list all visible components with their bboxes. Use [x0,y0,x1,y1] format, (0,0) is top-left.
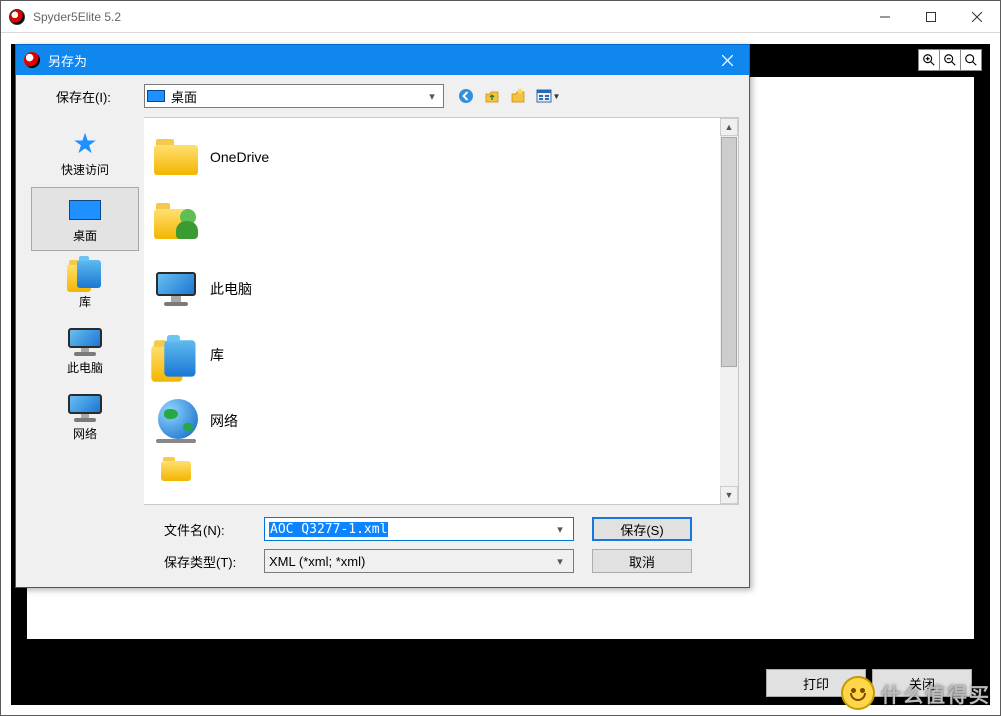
up-one-level-icon[interactable] [482,86,502,106]
main-window-title: Spyder5Elite 5.2 [33,10,862,24]
place-label: 库 [79,293,91,310]
filename-label: 文件名(N): [144,520,264,539]
library-icon [151,340,200,382]
filetype-value: XML (*xml; *xml) [269,554,365,569]
scroll-thumb[interactable] [721,137,737,367]
list-item[interactable]: OneDrive [148,124,716,190]
file-list[interactable]: OneDrive 此电脑 库 [144,118,720,504]
back-icon[interactable] [456,86,476,106]
item-label: OneDrive [210,149,269,165]
app-icon [9,9,25,25]
lookin-label: 保存在(I): [26,87,144,106]
dialog-title: 另存为 [48,51,705,70]
dialog-app-icon [24,52,40,68]
zoom-in-icon[interactable] [918,49,940,71]
monitor-icon [68,328,102,356]
scrollbar[interactable]: ▲ ▼ [720,118,738,504]
zoom-fit-icon[interactable] [960,49,982,71]
list-item[interactable] [148,454,716,484]
chevron-down-icon: ▾ [551,555,569,568]
place-label: 快速访问 [61,161,109,178]
item-label: 此电脑 [210,279,252,299]
main-titlebar[interactable]: Spyder5Elite 5.2 [1,1,1000,33]
desktop-icon [69,200,101,220]
dialog-titlebar[interactable]: 另存为 [16,45,749,75]
print-button[interactable]: 打印 [766,669,866,697]
save-button[interactable]: 保存(S) [592,517,692,541]
scroll-up-icon[interactable]: ▲ [720,118,738,136]
folder-icon [154,139,198,175]
list-item[interactable] [148,190,716,256]
list-item[interactable]: 此电脑 [148,256,716,322]
maximize-button[interactable] [908,1,954,33]
monitor-icon [156,272,196,306]
globe-icon [154,399,198,443]
view-menu-icon[interactable]: ▼ [534,86,562,106]
file-list-pane: OneDrive 此电脑 库 [144,117,739,505]
close-app-button[interactable]: 关闭 [872,669,972,697]
filename-input[interactable]: AOC Q3277-1.xml ▾ [264,517,574,541]
filename-value: AOC Q3277-1.xml [269,522,388,537]
filetype-combo[interactable]: XML (*xml; *xml) ▾ [264,549,574,573]
item-label: 库 [210,345,224,365]
place-thispc[interactable]: 此电脑 [31,319,139,383]
place-network[interactable]: 网络 [31,385,139,449]
minimize-button[interactable] [862,1,908,33]
lookin-value: 桌面 [171,87,423,106]
places-bar: ★ 快速访问 桌面 库 此电脑 网络 [26,117,144,505]
save-as-dialog: 另存为 保存在(I): 桌面 ▾ [15,44,750,588]
item-label: 网络 [210,411,238,431]
lookin-combo[interactable]: 桌面 ▾ [144,84,444,108]
scroll-down-icon[interactable]: ▼ [720,486,738,504]
list-item[interactable]: 网络 [148,388,716,454]
footer: 打印 关闭 [11,661,990,705]
library-icon [67,260,103,292]
place-label: 桌面 [73,227,97,244]
place-desktop[interactable]: 桌面 [31,187,139,251]
place-quick-access[interactable]: ★ 快速访问 [31,121,139,185]
folder-icon [161,457,191,481]
filetype-label: 保存类型(T): [144,552,264,571]
user-folder-icon [154,203,198,243]
close-button[interactable] [954,1,1000,33]
place-library[interactable]: 库 [31,253,139,317]
zoom-out-icon[interactable] [939,49,961,71]
dialog-close-button[interactable] [705,45,749,75]
cancel-button[interactable]: 取消 [592,549,692,573]
network-monitor-icon [68,394,102,422]
new-folder-icon[interactable] [508,86,528,106]
chevron-down-icon: ▾ [423,90,441,103]
star-icon: ★ [72,130,97,158]
desktop-mini-icon [147,90,165,102]
place-label: 此电脑 [67,359,103,376]
list-item[interactable]: 库 [148,322,716,388]
place-label: 网络 [73,425,97,442]
chevron-down-icon: ▾ [551,523,569,536]
